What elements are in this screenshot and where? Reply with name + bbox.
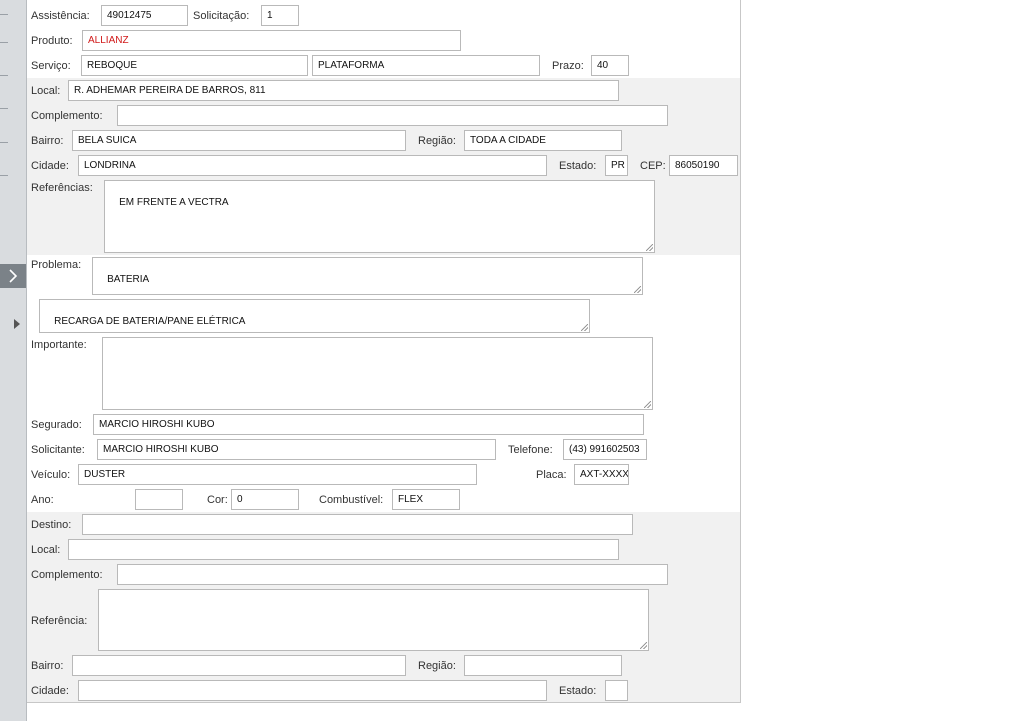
complemento-label: Complemento: <box>31 110 103 122</box>
ano-field[interactable] <box>135 489 183 510</box>
importante-label: Importante: <box>31 339 87 351</box>
combustivel-field[interactable]: FLEX <box>392 489 460 510</box>
regiao-label: Região: <box>418 135 456 147</box>
regiao-field[interactable]: TODA A CIDADE <box>464 130 622 151</box>
referencias-textarea[interactable]: EM FRENTE A VECTRA <box>104 180 655 253</box>
destino-label: Destino: <box>31 519 72 531</box>
destino-complemento-field[interactable] <box>117 564 668 585</box>
chevron-right-icon <box>9 269 18 283</box>
sidebar-tick <box>0 42 8 43</box>
segurado-label: Segurado: <box>31 419 82 431</box>
bairro-field[interactable]: BELA SUICA <box>72 130 406 151</box>
local-label: Local: <box>31 85 61 97</box>
referencias-label: Referências: <box>31 182 93 194</box>
combustivel-label: Combustível: <box>319 494 384 506</box>
sidebar-tick <box>0 175 8 176</box>
bairro-label: Bairro: <box>31 135 64 147</box>
solicitante-label: Solicitante: <box>31 444 85 456</box>
cor-field[interactable]: 0 <box>231 489 299 510</box>
servico-label: Serviço: <box>31 60 71 72</box>
problema-detail-text: RECARGA DE BATERIA/PANE ELÉTRICA <box>54 316 246 327</box>
veiculo-field[interactable]: DUSTER <box>78 464 477 485</box>
ano-label: Ano: <box>31 494 54 506</box>
destino-bairro-label: Bairro: <box>31 660 64 672</box>
telefone-label: Telefone: <box>508 444 553 456</box>
sidebar-expand-button[interactable] <box>0 264 26 288</box>
destino-regiao-label: Região: <box>418 660 456 672</box>
problema-text: BATERIA <box>107 274 150 285</box>
destino-field[interactable] <box>82 514 633 535</box>
veiculo-label: Veículo: <box>31 469 71 481</box>
placa-label: Placa: <box>536 469 567 481</box>
sidebar-tick <box>0 108 8 109</box>
complemento-field[interactable] <box>117 105 668 126</box>
telefone-field[interactable]: (43) 991602503 <box>563 439 647 460</box>
destino-estado-label: Estado: <box>559 685 597 697</box>
solicitante-field[interactable]: MARCIO HIROSHI KUBO <box>97 439 496 460</box>
prazo-label: Prazo: <box>552 60 584 72</box>
resize-grip-icon[interactable] <box>646 244 653 251</box>
problema-textarea[interactable]: BATERIA <box>92 257 643 295</box>
produto-label: Produto: <box>31 35 73 47</box>
solicitacao-field[interactable]: 1 <box>261 5 299 26</box>
destino-local-field[interactable] <box>68 539 619 560</box>
cep-label: CEP: <box>640 160 666 172</box>
resize-grip-icon[interactable] <box>581 324 588 331</box>
destino-cidade-label: Cidade: <box>31 685 69 697</box>
produto-field[interactable]: ALLIANZ <box>82 30 461 51</box>
local-field[interactable]: R. ADHEMAR PEREIRA DE BARROS, 811 <box>68 80 619 101</box>
cidade-field[interactable]: LONDRINA <box>78 155 547 176</box>
destino-complemento-label: Complemento: <box>31 569 103 581</box>
destino-bairro-field[interactable] <box>72 655 406 676</box>
destino-referencia-textarea[interactable] <box>98 589 649 651</box>
resize-grip-icon[interactable] <box>644 401 651 408</box>
sidebar-tick <box>0 14 8 15</box>
servico-type-field[interactable]: PLATAFORMA <box>312 55 540 76</box>
servico-field[interactable]: REBOQUE <box>81 55 308 76</box>
destino-local-label: Local: <box>31 544 61 556</box>
sidebar-tick <box>0 75 8 76</box>
cor-label: Cor: <box>207 494 228 506</box>
cidade-label: Cidade: <box>31 160 69 172</box>
service-request-form: Assistência: 49012475 Solicitação: 1 Pro… <box>27 0 741 703</box>
resize-grip-icon[interactable] <box>634 286 641 293</box>
segurado-field[interactable]: MARCIO HIROSHI KUBO <box>93 414 644 435</box>
left-sidebar <box>0 0 27 721</box>
assistencia-field[interactable]: 49012475 <box>101 5 188 26</box>
destino-referencia-label: Referência: <box>31 615 88 627</box>
assistencia-label: Assistência: <box>31 10 90 22</box>
problema-label: Problema: <box>31 259 82 271</box>
referencias-text: EM FRENTE A VECTRA <box>119 197 229 208</box>
sidebar-tick <box>0 142 8 143</box>
problema-detail-textarea[interactable]: RECARGA DE BATERIA/PANE ELÉTRICA <box>39 299 590 333</box>
importante-textarea[interactable] <box>102 337 653 410</box>
destino-estado-field[interactable] <box>605 680 628 701</box>
caret-right-icon <box>14 319 20 329</box>
placa-field[interactable]: AXT-XXXX <box>574 464 629 485</box>
prazo-field[interactable]: 40 <box>591 55 629 76</box>
destino-cidade-field[interactable] <box>78 680 547 701</box>
resize-grip-icon[interactable] <box>640 642 647 649</box>
solicitacao-label: Solicitação: <box>193 10 250 22</box>
destino-regiao-field[interactable] <box>464 655 622 676</box>
cep-field[interactable]: 86050190 <box>669 155 738 176</box>
estado-field[interactable]: PR <box>605 155 628 176</box>
estado-label: Estado: <box>559 160 597 172</box>
